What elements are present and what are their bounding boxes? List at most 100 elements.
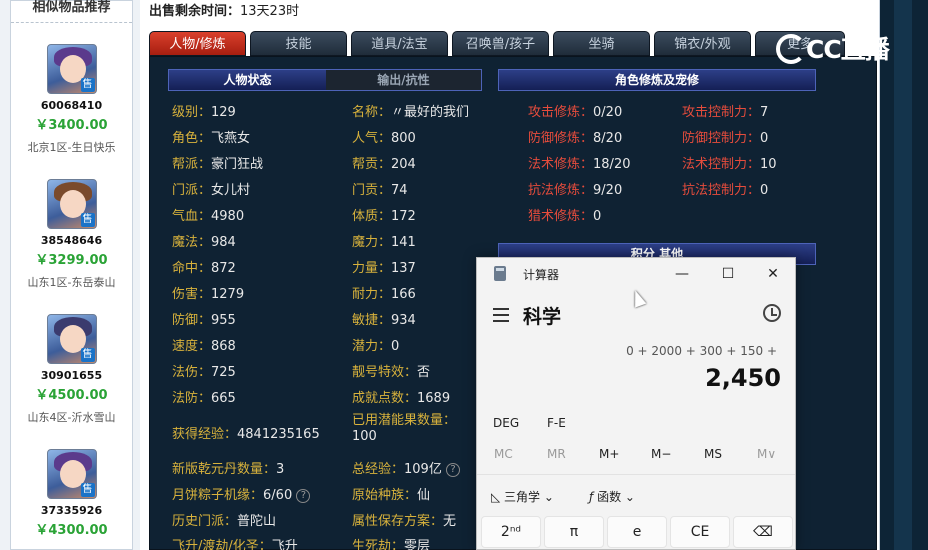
calculator-result: 2,450 [705, 364, 781, 392]
field-history-school: 历史门派：普陀山 [172, 514, 277, 529]
character-avatar[interactable]: 售 [46, 179, 97, 229]
field-zongzi: 月饼粽子机缘：6/60 ? [172, 484, 311, 503]
cultivation-field: 猎术修炼：0 [528, 209, 602, 224]
control-field: 抗法控制力：0 [682, 183, 769, 198]
stat-field: 法防：665 [172, 391, 236, 406]
deg-toggle[interactable]: DEG [493, 416, 519, 430]
sale-badge: 售 [80, 213, 95, 227]
sale-badge: 售 [80, 483, 95, 497]
item-price: ￥3400.00 [35, 118, 108, 133]
section-status-title[interactable]: 人物状态 [169, 70, 326, 90]
stat-field: 速度：868 [172, 339, 236, 354]
field-dan: 新版乾元丹数量：3 [172, 462, 285, 477]
field-life-tribulation: 生死劫：零层 [352, 539, 431, 550]
history-icon[interactable] [763, 304, 781, 322]
memory-recall-button[interactable]: MR [547, 447, 566, 461]
stat-field: 气血：4980 [172, 209, 245, 224]
field-exp: 获得经验：4841235165 [172, 427, 320, 442]
tab-character[interactable]: 人物/修炼 [149, 31, 246, 56]
stat-field: 敏捷：934 [352, 313, 416, 328]
control-field: 攻击控制力：7 [682, 105, 769, 120]
function-dropdown[interactable]: ƒ 函数 ⌄ [589, 488, 635, 505]
stat-field: 级别：129 [172, 105, 236, 120]
stat-field: 力量：137 [352, 261, 416, 276]
memory-subtract-button[interactable]: M− [651, 447, 671, 461]
item-id: 37335926 [40, 504, 103, 517]
stat-field: 人气：800 [352, 131, 416, 146]
trig-dropdown[interactable]: ◺ 三角学 ⌄ [491, 488, 554, 505]
stat-field: 命中：872 [172, 261, 236, 276]
section-cultivation: 角色修炼及宠修 [498, 69, 816, 91]
tab-outfits[interactable]: 锦衣/外观 [654, 31, 751, 56]
item-id: 38548646 [40, 234, 103, 247]
stat-field: 伤害：1279 [172, 287, 245, 302]
stat-field: 法伤：725 [172, 365, 236, 380]
stat-field: 魔法：984 [172, 235, 236, 250]
second-button[interactable]: 2ⁿᵈ [481, 516, 541, 548]
memory-clear-button[interactable]: MC [494, 447, 513, 461]
similar-item[interactable]: 售 60068410 ￥3400.00 北京1区-生日快乐 [11, 44, 132, 155]
pi-button[interactable]: π [544, 516, 604, 548]
field-potion: 已用潜能果数量： 100 [352, 413, 457, 444]
section-status-sub[interactable]: 输出/抗性 [326, 70, 481, 90]
tab-items[interactable]: 道具/法宝 [351, 31, 448, 56]
similar-items-panel: 相似物品推荐 售 60068410 ￥3400.00 北京1区-生日快乐 售 3… [10, 0, 133, 550]
character-avatar[interactable]: 售 [46, 314, 97, 364]
memory-add-button[interactable]: M+ [599, 447, 619, 461]
stat-field: 名称：〃最好的我们 [352, 105, 470, 120]
stat-field: 体质：172 [352, 209, 416, 224]
stat-field: 帮派：豪门狂战 [172, 157, 264, 172]
character-avatar[interactable]: 售 [46, 449, 97, 499]
stat-field: 门贡：74 [352, 183, 408, 198]
field-race: 原始种族：仙 [352, 488, 431, 503]
sale-badge: 售 [80, 78, 95, 92]
calculator-titlebar[interactable]: 计算器 — ☐ ✕ [477, 258, 795, 290]
cultivation-field: 法术修炼：18/20 [528, 157, 631, 172]
memory-list-button[interactable]: M∨ [757, 447, 776, 461]
minimize-icon[interactable]: — [667, 262, 697, 286]
fe-toggle[interactable]: F-E [547, 416, 566, 430]
right-scroll-strip [880, 0, 928, 550]
field-save-plan: 属性保存方案：无 [352, 514, 457, 529]
stat-field: 成就点数：1689 [352, 391, 451, 406]
item-server: 山东4区-沂水雪山 [27, 411, 116, 424]
cultivation-field: 攻击修炼：0/20 [528, 105, 623, 120]
calculator-title: 计算器 [523, 268, 560, 282]
similar-items-title: 相似物品推荐 [11, 1, 132, 23]
stat-field: 角色：飞燕女 [172, 131, 251, 146]
sale-timer: 出售剩余时间：13天23时 [149, 4, 300, 19]
stat-field: 靓号特效：否 [352, 365, 431, 380]
backspace-icon[interactable]: ⌫ [733, 516, 793, 548]
calculator-expression: 0 + 2000 + 300 + 150 + [626, 344, 777, 358]
tab-bar: 人物/修炼 技能 道具/法宝 召唤兽/孩子 坐骑 锦衣/外观 更多 [149, 31, 877, 56]
character-avatar[interactable]: 售 [46, 44, 97, 94]
similar-item[interactable]: 售 38548646 ￥3299.00 山东1区-东岳泰山 [11, 179, 132, 290]
similar-item[interactable]: 售 37335926 ￥4300.00 [11, 449, 132, 538]
help-icon[interactable]: ? [296, 488, 311, 503]
stat-field: 帮贡：204 [352, 157, 416, 172]
item-price: ￥4300.00 [35, 523, 108, 538]
cultivation-field: 防御修炼：8/20 [528, 131, 623, 146]
sale-timer-value: 13天23时 [240, 4, 300, 19]
memory-store-button[interactable]: MS [704, 447, 722, 461]
control-field: 法术控制力：10 [682, 157, 777, 172]
help-icon[interactable]: ? [445, 462, 460, 477]
item-server: 北京1区-生日快乐 [27, 141, 116, 154]
item-price: ￥3299.00 [35, 253, 108, 268]
item-server: 山东1区-东岳泰山 [27, 276, 116, 289]
item-id: 60068410 [40, 99, 103, 112]
hamburger-menu-icon[interactable] [493, 308, 509, 322]
item-id: 30901655 [40, 369, 103, 382]
clear-entry-button[interactable]: CE [670, 516, 730, 548]
cc-live-logo: CC直播 [776, 30, 896, 68]
tab-pets[interactable]: 召唤兽/孩子 [452, 31, 549, 56]
tab-mounts[interactable]: 坐骑 [553, 31, 650, 56]
close-icon[interactable]: ✕ [758, 262, 788, 286]
tab-skills[interactable]: 技能 [250, 31, 347, 56]
maximize-icon[interactable]: ☐ [713, 262, 743, 286]
similar-item[interactable]: 售 30901655 ￥4500.00 山东4区-沂水雪山 [11, 314, 132, 425]
e-button[interactable]: e [607, 516, 667, 548]
stat-field: 防御：955 [172, 313, 236, 328]
stat-field: 耐力：166 [352, 287, 416, 302]
field-total-exp: 总经验：109亿 ? [352, 458, 460, 477]
